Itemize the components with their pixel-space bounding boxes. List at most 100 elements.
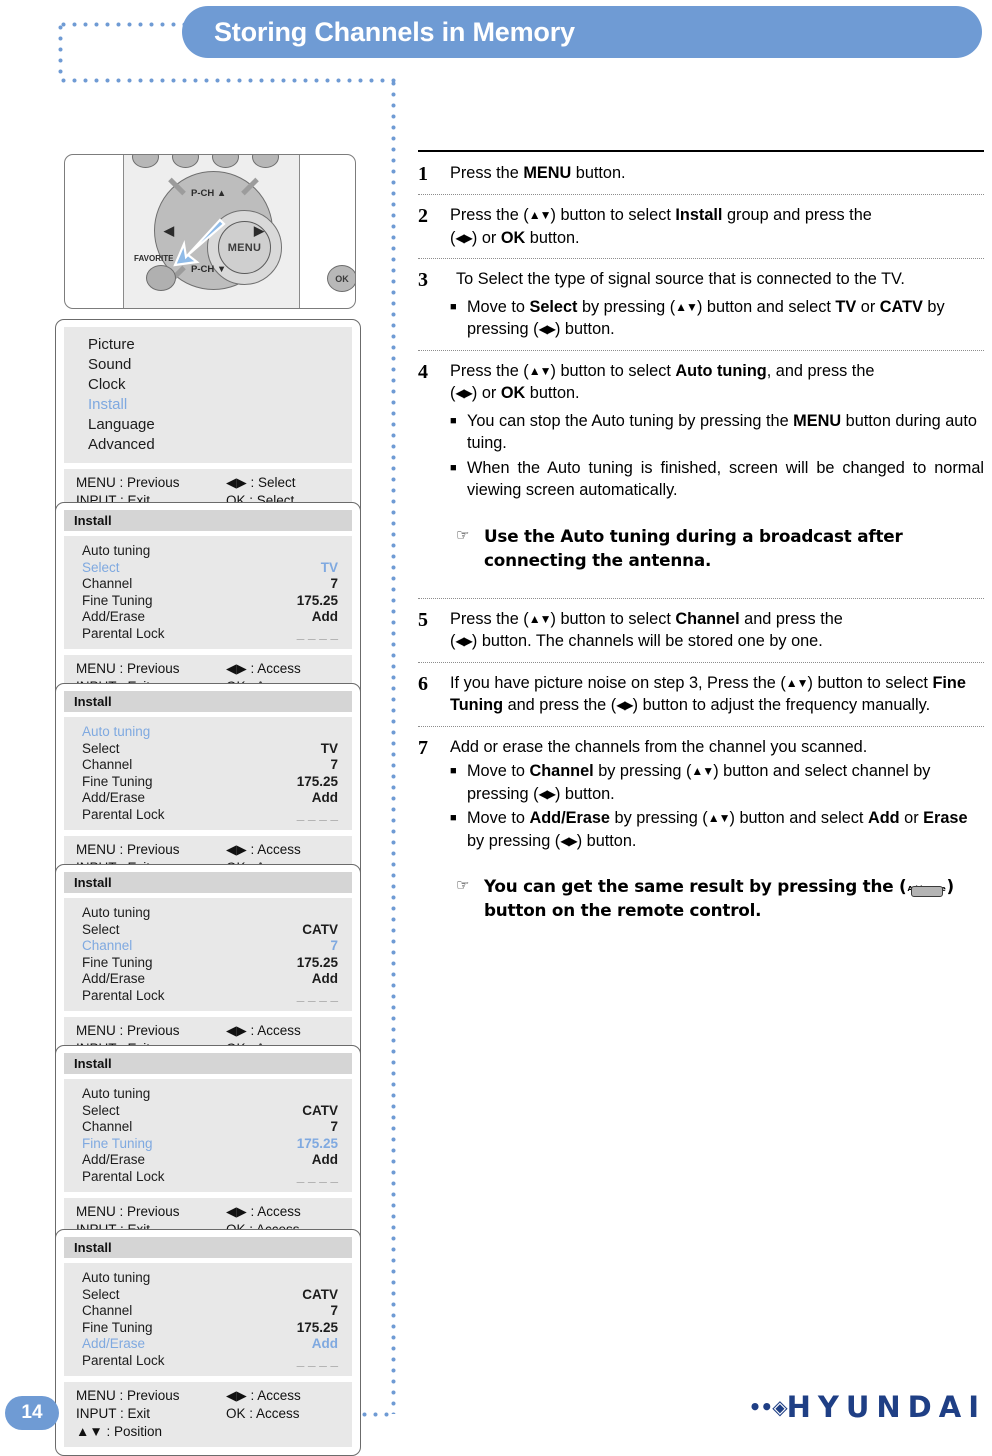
s7b1bold: Channel	[529, 762, 594, 780]
osd-row-value: TV	[320, 559, 338, 575]
osd-row-label: Select	[82, 1286, 120, 1302]
osd-row[interactable]: Add/Erase Add	[82, 609, 338, 626]
osd-row-label: Parental Lock	[82, 806, 165, 822]
s3b1b: by pressing (	[577, 297, 676, 316]
osd-row[interactable]: Select TV	[82, 560, 338, 577]
frame-dotted-left	[58, 22, 63, 80]
osd-row[interactable]: Fine Tuning 175.25	[82, 1136, 338, 1153]
osd-row[interactable]: Parental Lock _ _ _ _	[82, 807, 338, 824]
osd-foot-access-arrows: ◀▶ : Access	[226, 661, 301, 676]
osd-main-item-0[interactable]: Picture	[88, 335, 338, 355]
osd-row-value: _ _ _ _	[296, 1352, 338, 1368]
osd-row-label: Select	[82, 1102, 120, 1118]
osd-main-item-2[interactable]: Clock	[88, 375, 338, 395]
osd-row-label: Add/Erase	[82, 609, 146, 624]
osd-row[interactable]: Fine Tuning 175.25	[82, 955, 338, 972]
osd-row[interactable]: Select TV	[82, 741, 338, 758]
osd-row[interactable]: Channel 7	[82, 576, 338, 593]
osd-row[interactable]: Select CATV	[82, 922, 338, 939]
remote-top-button-2	[172, 155, 199, 168]
osd-row-label: Channel	[82, 757, 133, 772]
instructions-column: 1 Press the MENU button. 2 Press the (▲▼…	[418, 150, 984, 922]
osd-row-label: Parental Lock	[82, 625, 165, 641]
s4b2: When the Auto tuning is finished, screen…	[467, 458, 984, 500]
osd-main-item-5[interactable]: Advanced	[88, 435, 338, 455]
square-bullet-icon: ■	[450, 765, 457, 777]
step-4-note: ☞ Use the Auto tuning during a broadcast…	[450, 524, 984, 572]
osd-row[interactable]: Parental Lock _ _ _ _	[82, 1169, 338, 1186]
osd-main-item-4[interactable]: Language	[88, 415, 338, 435]
step-5-number: 5	[418, 608, 428, 631]
osd-row-value: Add	[311, 1336, 338, 1351]
osd-row[interactable]: Auto tuning	[82, 1086, 338, 1103]
osd-row-label: Fine Tuning	[82, 954, 153, 970]
osd-panel-title: Install	[64, 691, 352, 712]
square-bullet-icon: ■	[450, 812, 457, 824]
osd-foot-access-arrows: ◀▶ : Access	[226, 842, 301, 857]
osd-row-label: Select	[82, 921, 120, 937]
osd-main-item-1[interactable]: Sound	[88, 355, 338, 375]
up-down-arrows-icon: ▲▼	[707, 811, 731, 825]
osd-row[interactable]: Auto tuning	[82, 905, 338, 922]
osd-panel-body: Auto tuning Select CATV Channel 7 Fine Tun…	[64, 1079, 352, 1192]
osd-main-item-3[interactable]: Install	[88, 395, 338, 415]
osd-row[interactable]: Fine Tuning 175.25	[82, 593, 338, 610]
osd-foot-menu: MENU : Previous	[76, 1388, 180, 1403]
osd-row[interactable]: Add/Erase Add	[82, 790, 338, 807]
frame-dotted-mid	[58, 78, 398, 83]
osd-row-label: Fine Tuning	[82, 592, 153, 608]
osd-row[interactable]: Channel 7	[82, 757, 338, 774]
step-7-lead: Add or erase the channels from the chann…	[450, 737, 868, 756]
s6l1b: ) button to select	[807, 673, 933, 692]
osd-row[interactable]: Add/Erase Add	[82, 1152, 338, 1169]
osd-row[interactable]: Channel 7	[82, 938, 338, 955]
osd-row[interactable]: Channel 7	[82, 1119, 338, 1136]
brand-dots-icon: ••◈	[748, 1395, 788, 1419]
osd-row[interactable]: Add/Erase Add	[82, 1336, 338, 1353]
step-4-bullet-1: ■ You can stop the Auto tuning by pressi…	[450, 410, 984, 455]
pointer-arrow-icon	[173, 218, 226, 267]
step-1-text-b: button.	[571, 164, 626, 182]
osd-row[interactable]: Add/Erase Add	[82, 971, 338, 988]
s7notea: You can get the same result by pressing …	[484, 876, 907, 896]
osd-row[interactable]: Auto tuning	[82, 1270, 338, 1287]
remote-top-button-3	[212, 155, 239, 168]
step-2-l2c: button.	[525, 228, 580, 247]
osd-row-value: Add	[311, 971, 338, 986]
osd-row[interactable]: Auto tuning	[82, 543, 338, 560]
osd-row[interactable]: Channel 7	[82, 1303, 338, 1320]
step-2-l1a: Press the (	[450, 206, 529, 224]
osd-row-label: Parental Lock	[82, 1168, 165, 1184]
osd-row[interactable]: Select CATV	[82, 1103, 338, 1120]
osd-row[interactable]: Fine Tuning 175.25	[82, 1320, 338, 1337]
osd-row-label: Fine Tuning	[82, 773, 153, 789]
dpad-gap-tr	[241, 177, 259, 196]
s3b1d: or	[856, 297, 880, 316]
osd-foot-input: INPUT : Exit	[76, 1406, 151, 1421]
up-down-arrows-icon: ▲▼	[528, 363, 552, 378]
osd-row-value: 175.25	[296, 954, 338, 970]
osd-row[interactable]: Parental Lock _ _ _ _	[82, 626, 338, 643]
osd-row[interactable]: Auto tuning	[82, 724, 338, 741]
s7b2f: ) button.	[576, 831, 637, 850]
step-4-text: Press the (▲▼) button to select Auto tun…	[450, 360, 984, 572]
pointing-hand-icon: ☞	[456, 526, 470, 544]
osd-row-label: Channel	[82, 1119, 133, 1134]
osd-foot-access-arrows: ◀▶ : Access	[226, 1388, 301, 1403]
osd-row[interactable]: Parental Lock _ _ _ _	[82, 988, 338, 1005]
osd-panel-body: Auto tuning Select CATV Channel 7 Fine Tun…	[64, 898, 352, 1011]
ok-button[interactable]: OK	[327, 265, 355, 292]
osd-row-value: Add	[311, 790, 338, 805]
osd-foot-select-arrows: ◀▶ : Select	[226, 475, 296, 490]
osd-row-value: _ _ _ _	[296, 625, 338, 641]
up-down-arrows-icon: ▲▼	[528, 611, 552, 626]
osd-row[interactable]: Fine Tuning 175.25	[82, 774, 338, 791]
osd-row[interactable]: Select CATV	[82, 1287, 338, 1304]
step-1-bold: MENU	[523, 164, 572, 182]
step-7-bullet-2: ■ Move to Add/Erase by pressing (▲▼) but…	[450, 807, 984, 852]
osd-row-label: Auto tuning	[82, 1086, 151, 1101]
step-6: 6 If you have picture noise on step 3, P…	[418, 672, 984, 717]
osd-row[interactable]: Parental Lock _ _ _ _	[82, 1353, 338, 1370]
osd-row-value: 7	[330, 1303, 338, 1318]
square-bullet-icon: ■	[450, 414, 457, 427]
